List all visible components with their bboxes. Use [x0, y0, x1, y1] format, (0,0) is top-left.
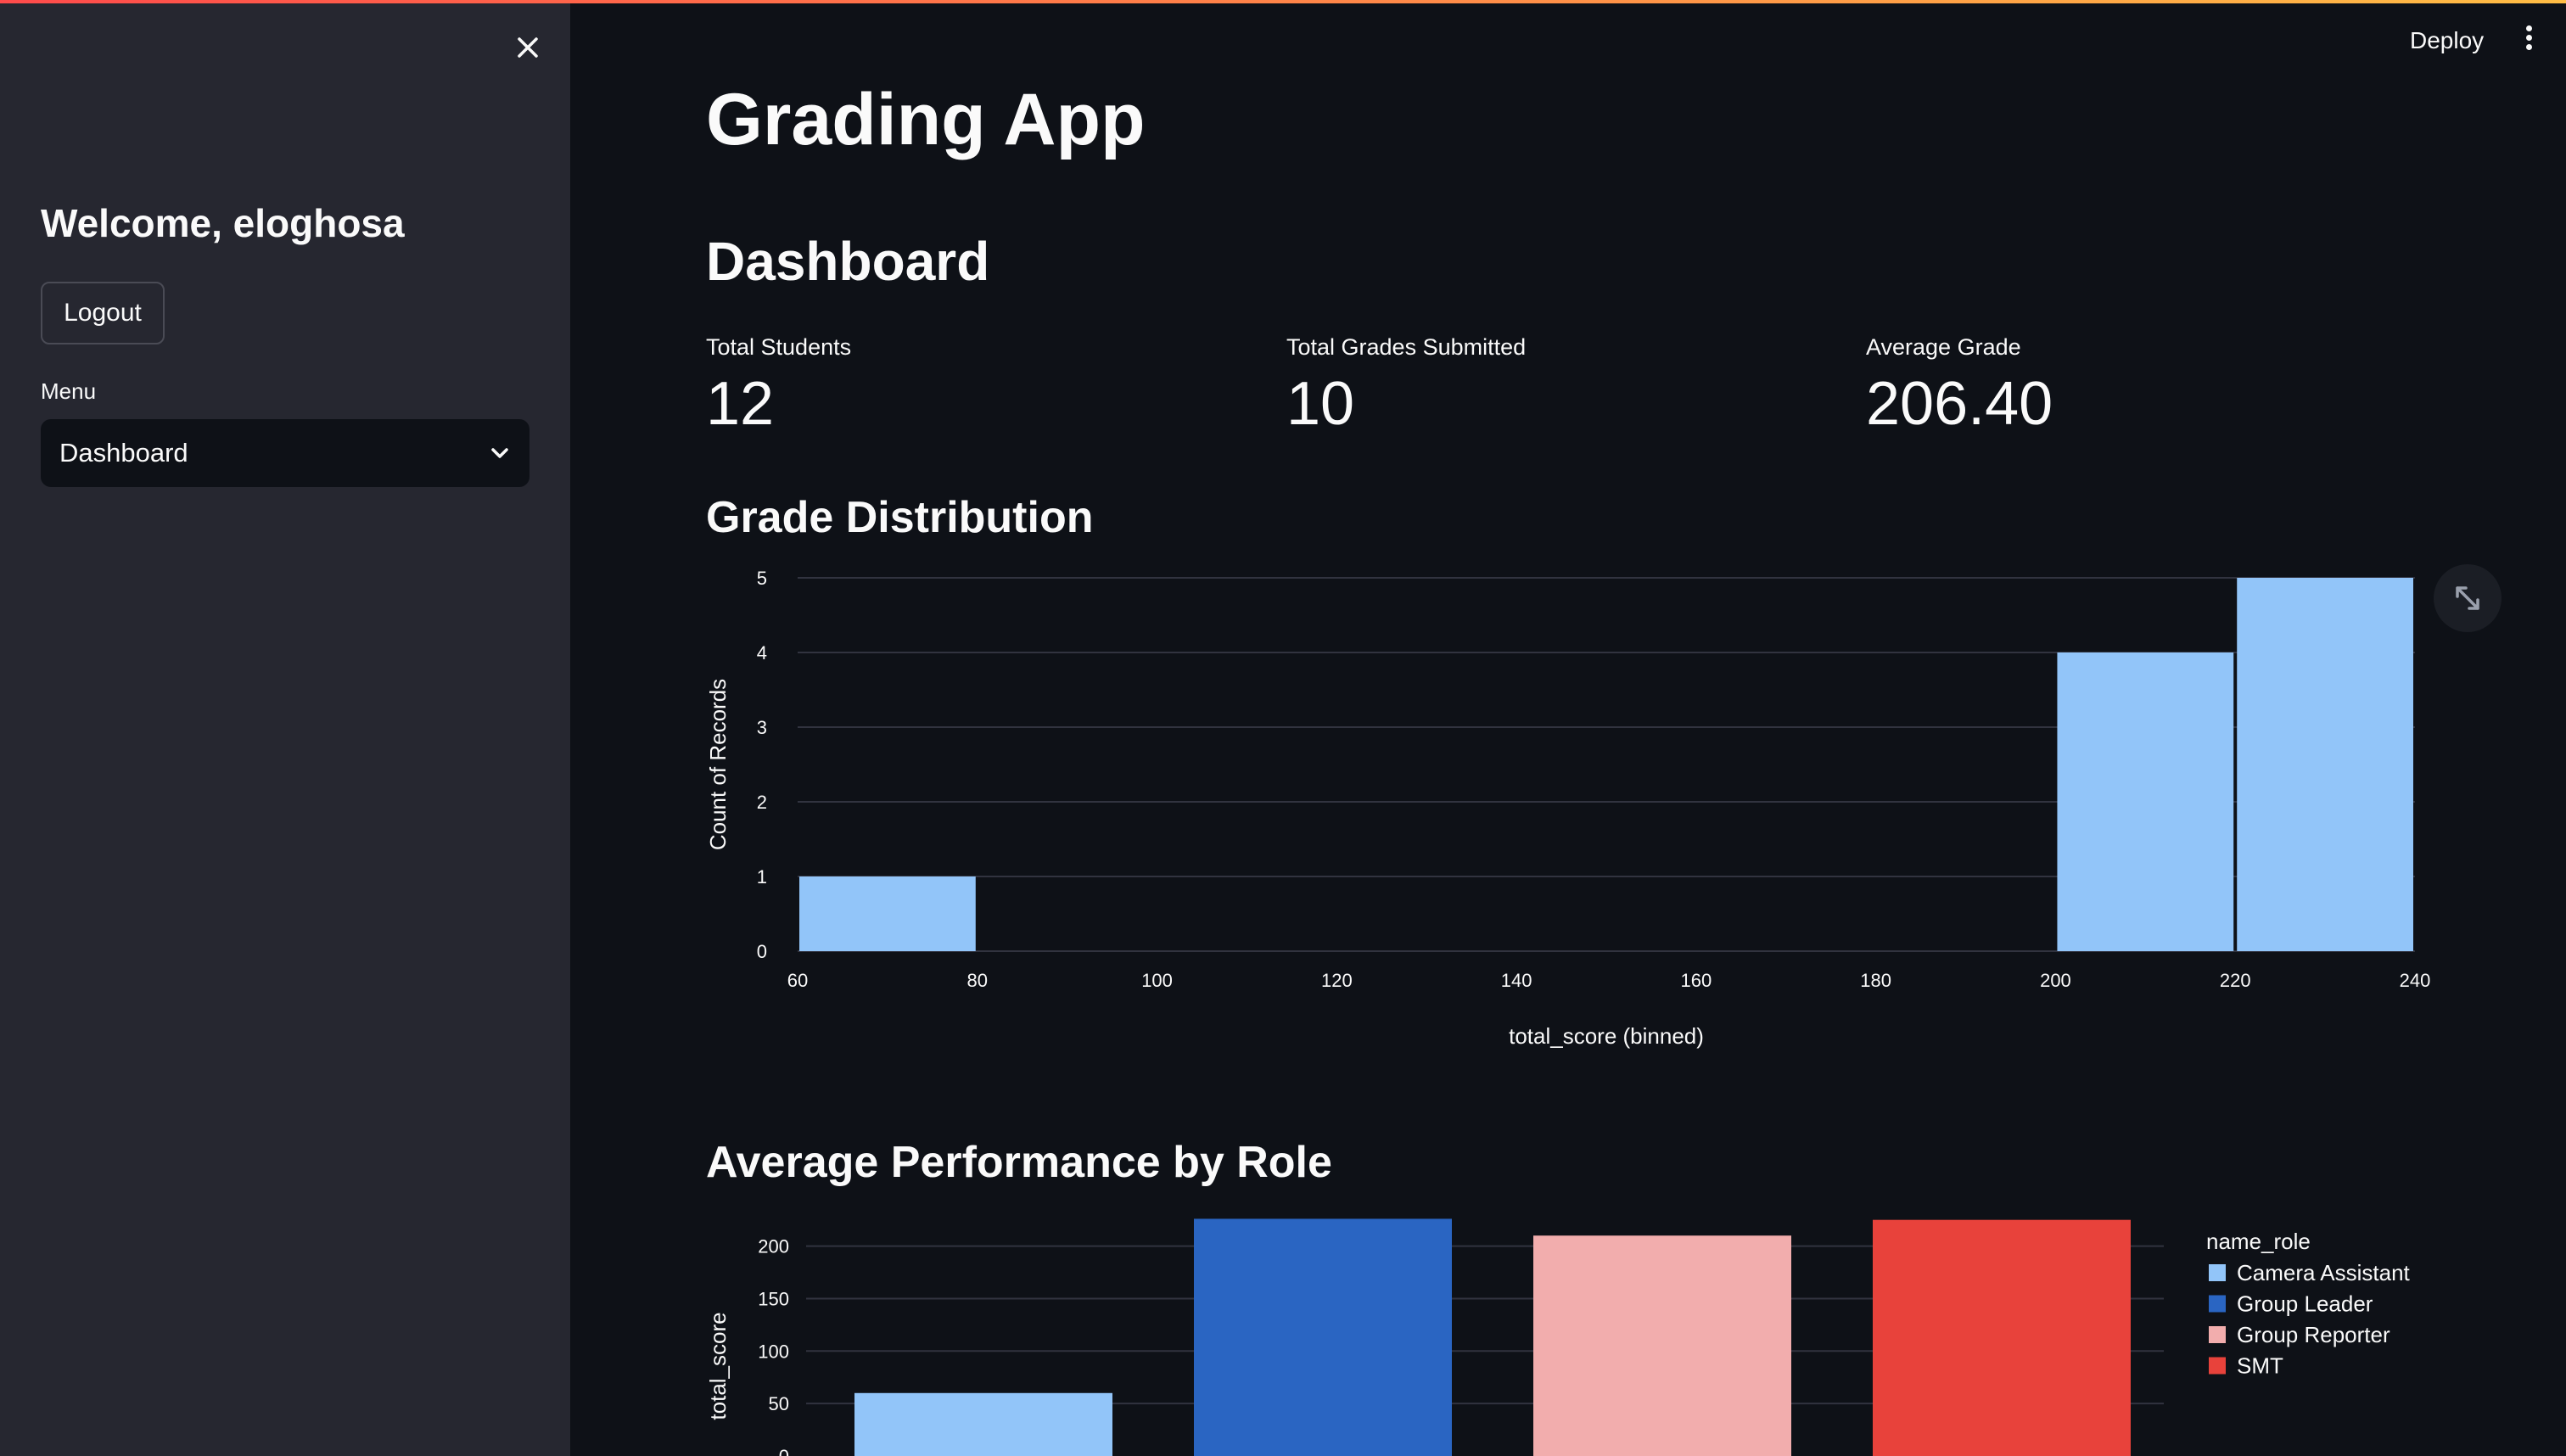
histogram-bar [799, 876, 976, 951]
welcome-message: Welcome, eloghosa [41, 201, 405, 245]
histogram-bar [2057, 652, 2234, 951]
expand-icon [2456, 586, 2479, 610]
deploy-button[interactable]: Deploy [2410, 27, 2484, 54]
y-tick-label: 2 [757, 792, 767, 813]
bar-camera-assistant [854, 1392, 1112, 1456]
dashboard-heading: Dashboard [706, 231, 990, 292]
metric-label-average-grade: Average Grade [1866, 334, 2021, 360]
legend-swatch [2209, 1357, 2226, 1375]
x-tick-label: 200 [2040, 970, 2071, 991]
x-tick-label: 180 [1860, 970, 1891, 991]
y-tick-label: 50 [769, 1393, 789, 1414]
y-tick-label: 150 [758, 1288, 789, 1309]
x-tick-label: 220 [2220, 970, 2251, 991]
x-tick-label: 160 [1681, 970, 1712, 991]
x-tick-label: 240 [2400, 970, 2431, 991]
y-tick-label: 3 [757, 717, 767, 738]
x-axis-label: total_score (binned) [1509, 1023, 1704, 1049]
fullscreen-button[interactable] [2434, 564, 2502, 632]
sidebar: Welcome, eloghosa Logout Menu Dashboard [0, 3, 570, 1456]
metric-value-total-grades: 10 [1286, 370, 1355, 438]
legend-title: name_role [2206, 1229, 2311, 1254]
x-tick-label: 60 [787, 970, 808, 991]
close-icon[interactable] [511, 31, 545, 64]
y-tick-label: 0 [757, 941, 767, 962]
metric-label-total-students: Total Students [706, 334, 852, 360]
legend-swatch [2209, 1264, 2226, 1281]
legend-label: Group Leader [2237, 1291, 2373, 1317]
menu-select[interactable]: Dashboard [41, 419, 529, 487]
x-tick-label: 100 [1141, 970, 1173, 991]
legend-swatch [2209, 1295, 2226, 1313]
metric-value-average-grade: 206.40 [1866, 370, 2053, 438]
legend-label: Group Reporter [2237, 1322, 2390, 1347]
page-title: Grading App [706, 79, 1146, 160]
histogram-bar [2237, 578, 2413, 951]
y-axis-label: total_score [705, 1312, 731, 1420]
metric-label-total-grades: Total Grades Submitted [1286, 334, 1527, 360]
y-tick-label: 0 [779, 1446, 789, 1456]
legend-label: Camera Assistant [2237, 1260, 2411, 1285]
metric-value-total-students: 12 [706, 370, 775, 438]
y-axis-label: Count of Records [705, 679, 731, 850]
x-tick-label: 80 [967, 970, 988, 991]
bar-group-reporter [1533, 1235, 1791, 1456]
chevron-down-icon [491, 448, 508, 458]
legend-swatch [2209, 1326, 2226, 1343]
grade-distribution-heading: Grade Distribution [706, 493, 1094, 542]
more-options-icon[interactable] [2518, 22, 2539, 59]
bar-smt [1873, 1219, 2131, 1456]
y-tick-label: 5 [757, 568, 767, 589]
y-tick-label: 4 [757, 642, 767, 664]
y-tick-label: 1 [757, 866, 767, 888]
y-tick-label: 200 [758, 1236, 789, 1257]
legend-label: SMT [2237, 1353, 2283, 1379]
menu-selected-value: Dashboard [59, 438, 188, 468]
x-tick-label: 140 [1501, 970, 1532, 991]
menu-label: Menu [41, 378, 97, 404]
logout-button[interactable]: Logout [41, 282, 165, 344]
x-tick-label: 120 [1321, 970, 1353, 991]
bar-group-leader [1194, 1218, 1452, 1456]
role-performance-heading: Average Performance by Role [706, 1138, 1332, 1187]
y-tick-label: 100 [758, 1341, 789, 1362]
